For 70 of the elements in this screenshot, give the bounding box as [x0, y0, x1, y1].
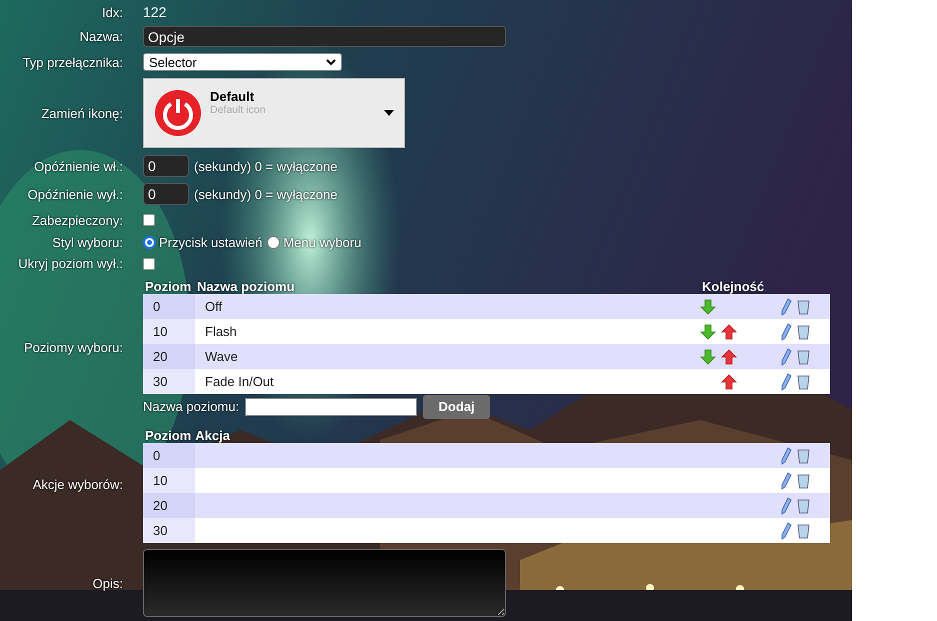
- trash-icon[interactable]: [797, 448, 810, 464]
- level-name-field[interactable]: [245, 398, 418, 416]
- column-header: Kolejność: [702, 279, 766, 294]
- field-label: Ukryj poziom wył.:: [17, 256, 124, 271]
- chevron-icon: [326, 58, 336, 66]
- trash-icon[interactable]: [797, 324, 810, 340]
- trash-icon[interactable]: [797, 522, 810, 538]
- table-cell: 20: [143, 344, 195, 369]
- field-label: Zamień ikonę:: [40, 106, 124, 120]
- pencil-icon[interactable]: [780, 322, 792, 340]
- field-label: Poziomy wyboru:: [23, 340, 124, 355]
- up-arrow-icon[interactable]: [721, 348, 737, 364]
- delay-field[interactable]: 0: [143, 183, 189, 205]
- trash-icon[interactable]: [797, 348, 810, 364]
- up-arrow-icon[interactable]: [721, 374, 737, 390]
- name-field[interactable]: Opcje: [143, 26, 506, 47]
- table-cell: 10: [143, 319, 195, 344]
- table-cell: 0: [143, 443, 195, 468]
- field-label: Typ przełącznika:: [22, 54, 124, 70]
- trash-icon[interactable]: [797, 498, 810, 514]
- down-arrow-icon[interactable]: [700, 324, 716, 340]
- delay-hint: (sekundy) 0 = wyłączone: [194, 186, 338, 202]
- table-cell-text: Fade In/Out: [204, 373, 275, 391]
- column-header: Nazwa poziomu: [197, 279, 296, 294]
- add-button[interactable]: Dodaj: [423, 394, 490, 418]
- pencil-icon[interactable]: [780, 446, 792, 464]
- table-cell-text: Flash: [204, 323, 238, 341]
- column-header: Poziom: [145, 428, 192, 443]
- caret-icon: [384, 110, 394, 116]
- pencil-icon[interactable]: [780, 522, 792, 540]
- field-label: Opóźnienie wył.:: [26, 186, 124, 202]
- column-header: Poziom: [145, 279, 192, 294]
- table-cell: 10: [143, 468, 195, 493]
- pencil-icon[interactable]: [780, 372, 792, 390]
- field-label: Akcje wyborów:: [32, 476, 124, 492]
- column-header: Akcja: [195, 428, 230, 443]
- delay-field[interactable]: 0: [143, 155, 189, 177]
- power-icon: [154, 89, 202, 137]
- radio-label: Menu wyboru: [283, 234, 362, 250]
- field-label: Nazwa:: [78, 29, 124, 44]
- field-label: Styl wyboru:: [51, 234, 124, 250]
- trash-icon[interactable]: [797, 298, 810, 314]
- field-label: Opóźnienie wł.:: [33, 158, 124, 174]
- radio-label: Przycisk ustawień: [159, 234, 262, 250]
- pencil-icon[interactable]: [780, 298, 792, 316]
- delay-hint: (sekundy) 0 = wyłączone: [194, 158, 338, 174]
- table-cell: 30: [143, 369, 195, 394]
- field-label: Opis:: [92, 576, 124, 590]
- idx-value: 122: [143, 4, 166, 20]
- icon-dropdown[interactable]: Default Default icon: [143, 78, 405, 148]
- checkbox[interactable]: [143, 214, 155, 226]
- up-arrow-icon[interactable]: [721, 324, 737, 340]
- down-arrow-icon[interactable]: [700, 348, 716, 364]
- table-cell-text: Off: [204, 298, 224, 316]
- checkbox[interactable]: [143, 258, 155, 270]
- table-cell: 30: [143, 518, 195, 543]
- field-label: Idx:: [101, 4, 124, 20]
- pencil-icon[interactable]: [780, 496, 792, 514]
- switch-type-dropdown[interactable]: Selector: [143, 53, 342, 71]
- level-name-label: Nazwa poziomu:: [143, 399, 240, 414]
- description-field[interactable]: [143, 549, 506, 617]
- pencil-icon[interactable]: [780, 348, 792, 366]
- trash-icon[interactable]: [797, 472, 810, 488]
- table-cell: 0: [143, 294, 195, 319]
- trash-icon[interactable]: [797, 374, 810, 390]
- pencil-icon[interactable]: [780, 472, 792, 490]
- down-arrow-icon[interactable]: [700, 298, 716, 314]
- table-cell-text: Wave: [204, 348, 239, 366]
- field-label: Zabezpieczony:: [30, 212, 124, 228]
- table-cell: 20: [143, 493, 195, 518]
